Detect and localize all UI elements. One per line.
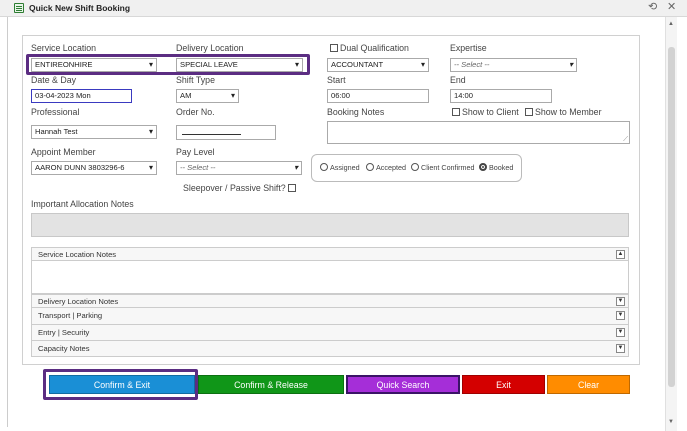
chevron-down-icon[interactable]: ▼	[616, 297, 625, 306]
service-location-select[interactable]: ENTIREONHIRE	[31, 58, 157, 72]
order-no-input[interactable]	[176, 125, 276, 140]
sleepover-checkbox[interactable]	[288, 184, 297, 192]
status-assigned-text: Assigned	[330, 163, 360, 172]
status-accepted-option[interactable]: Accepted	[366, 163, 406, 172]
scroll-up-icon[interactable]: ▲	[668, 21, 674, 27]
title-bar: Quick New Shift Booking ⟲ ✕	[0, 0, 687, 17]
dual-qualification-text: Dual Qualification	[340, 43, 409, 53]
end-label: End	[450, 75, 466, 85]
professional-select[interactable]: Hannah Test	[31, 125, 157, 139]
status-booked-radio[interactable]	[479, 163, 487, 171]
chevron-down-icon[interactable]: ▼	[616, 311, 625, 320]
calendar-icon	[14, 3, 24, 13]
sleepover-option[interactable]: Sleepover / Passive Shift?	[183, 183, 298, 193]
professional-label: Professional	[31, 107, 80, 117]
quick-search-button[interactable]: Quick Search	[346, 375, 460, 394]
date-input[interactable]: 03-04-2023 Mon	[31, 89, 132, 103]
show-to-member-option[interactable]: Show to Member	[525, 107, 602, 117]
end-time-input[interactable]: 14:00	[450, 89, 552, 103]
dual-qualification-label[interactable]: Dual Qualification	[330, 43, 409, 53]
dual-qualification-checkbox[interactable]	[330, 44, 338, 52]
status-assigned-radio[interactable]	[320, 163, 328, 171]
shift-type-label: Shift Type	[176, 75, 215, 85]
pay-level-select[interactable]: -- Select --	[176, 161, 302, 175]
pin-icon[interactable]: ⟲	[648, 1, 657, 14]
qualification-select[interactable]: ACCOUNTANT	[327, 58, 429, 72]
expertise-label: Expertise	[450, 43, 487, 53]
expertise-select[interactable]: -- Select --	[450, 58, 577, 72]
start-label: Start	[327, 75, 346, 85]
service-location-notes-header[interactable]: Service Location Notes ▲	[31, 247, 629, 261]
status-booked-option[interactable]: Booked	[479, 163, 513, 172]
confirm-release-button[interactable]: Confirm & Release	[198, 375, 344, 394]
transport-parking-header[interactable]: Transport | Parking ▼	[31, 308, 629, 325]
delivery-location-notes-header[interactable]: Delivery Location Notes ▼	[31, 294, 629, 308]
shift-type-select[interactable]: AM	[176, 89, 239, 103]
entry-security-title: Entry | Security	[38, 328, 90, 337]
status-client-confirmed-option[interactable]: Client Confirmed	[411, 163, 475, 172]
date-day-label: Date & Day	[31, 75, 76, 85]
entry-security-header[interactable]: Entry | Security ▼	[31, 325, 629, 341]
scrollbar-thumb[interactable]	[668, 47, 675, 387]
important-notes-box	[31, 213, 629, 237]
capacity-notes-header[interactable]: Capacity Notes ▼	[31, 341, 629, 357]
transport-parking-title: Transport | Parking	[38, 311, 103, 320]
show-to-client-text: Show to Client	[462, 107, 519, 117]
service-location-label: Service Location	[31, 43, 97, 53]
vertical-scrollbar[interactable]: ▲ ▼	[665, 17, 677, 431]
appoint-member-select[interactable]: AARON DUNN 3803296-6	[31, 161, 157, 175]
confirm-exit-button[interactable]: Confirm & Exit	[49, 375, 195, 394]
exit-button[interactable]: Exit	[462, 375, 545, 394]
booking-notes-label: Booking Notes	[327, 107, 385, 117]
status-client-confirmed-radio[interactable]	[411, 163, 419, 171]
show-to-member-text: Show to Member	[535, 107, 602, 117]
show-to-client-option[interactable]: Show to Client	[452, 107, 519, 117]
status-client-confirmed-text: Client Confirmed	[421, 163, 475, 172]
status-assigned-option[interactable]: Assigned	[320, 163, 360, 172]
status-accepted-text: Accepted	[376, 163, 406, 172]
sleepover-text: Sleepover / Passive Shift?	[183, 183, 286, 193]
clear-button[interactable]: Clear	[547, 375, 630, 394]
booking-notes-textarea[interactable]: ⟋	[327, 121, 630, 144]
scroll-down-icon[interactable]: ▼	[668, 419, 674, 425]
show-to-member-checkbox[interactable]	[525, 108, 533, 116]
appoint-member-label: Appoint Member	[31, 147, 96, 157]
service-location-notes-title: Service Location Notes	[38, 250, 117, 259]
booking-status-group: Assigned Accepted Client Confirmed Booke…	[311, 154, 522, 182]
important-notes-label: Important Allocation Notes	[31, 199, 134, 209]
close-icon[interactable]: ✕	[667, 1, 676, 14]
delivery-location-notes-title: Delivery Location Notes	[38, 297, 119, 306]
status-accepted-radio[interactable]	[366, 163, 374, 171]
chevron-down-icon[interactable]: ▼	[616, 344, 625, 353]
start-time-input[interactable]: 06:00	[327, 89, 429, 103]
delivery-location-label: Delivery Location	[176, 43, 244, 53]
order-no-underline	[182, 134, 241, 135]
resize-handle-icon[interactable]: ⟋	[623, 136, 628, 143]
window-title: Quick New Shift Booking	[29, 3, 131, 13]
order-no-label: Order No.	[176, 107, 215, 117]
chevron-up-icon[interactable]: ▲	[616, 250, 625, 259]
service-location-notes-content	[31, 261, 629, 294]
show-to-client-checkbox[interactable]	[452, 108, 460, 116]
capacity-notes-title: Capacity Notes	[38, 344, 90, 353]
status-booked-text: Booked	[489, 163, 514, 172]
pay-level-label: Pay Level	[176, 147, 215, 157]
delivery-location-select[interactable]: SPECIAL LEAVE	[176, 58, 303, 72]
chevron-down-icon[interactable]: ▼	[616, 328, 625, 337]
